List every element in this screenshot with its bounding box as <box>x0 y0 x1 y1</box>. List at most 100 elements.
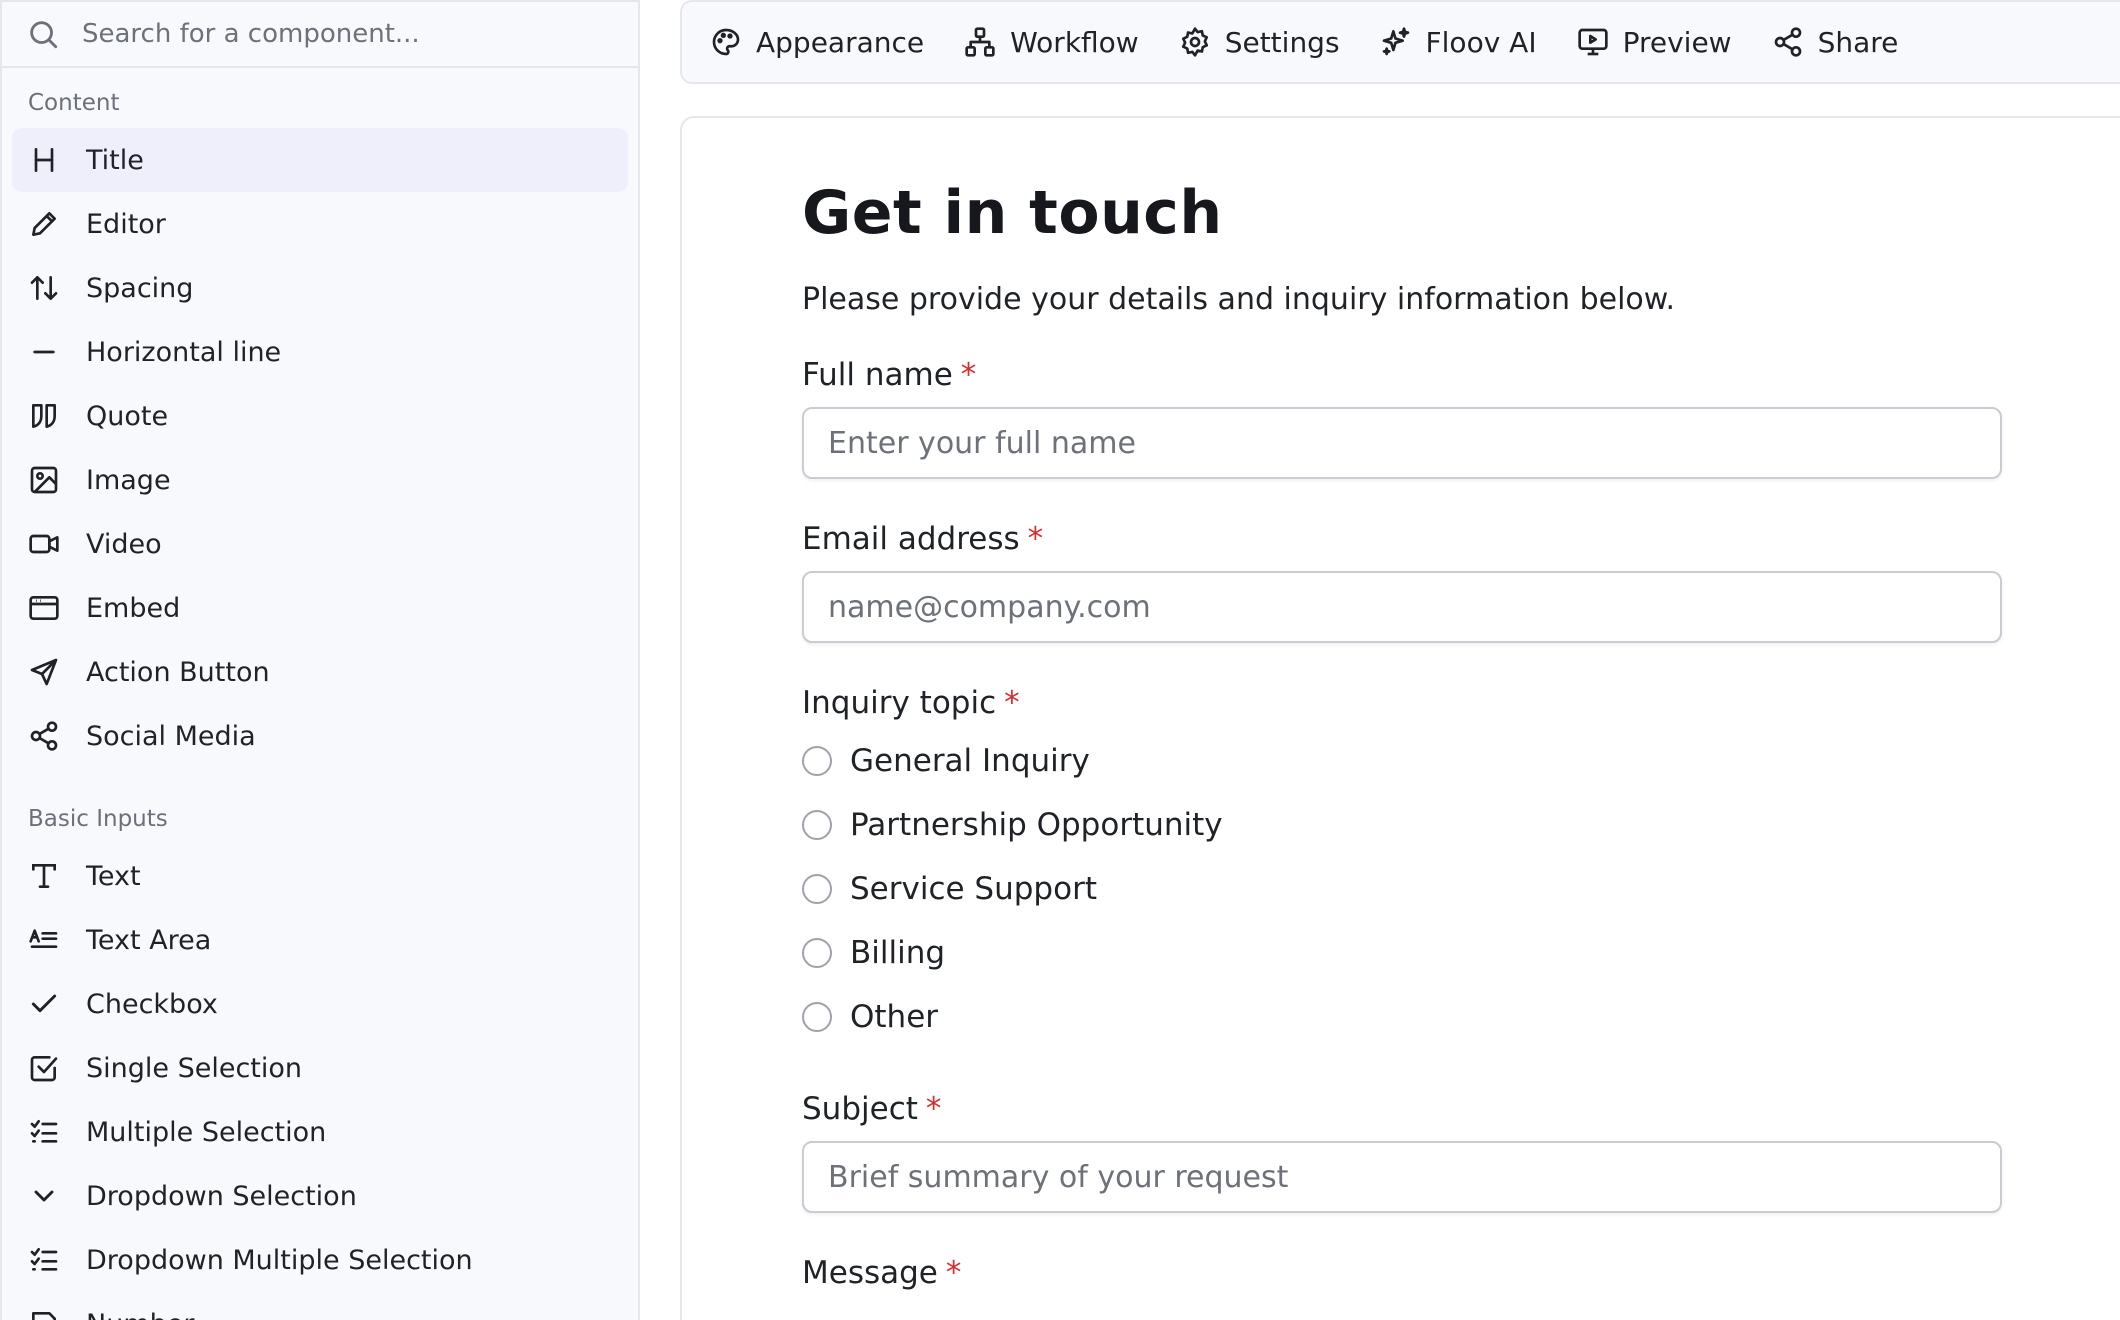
sidebar-item-checkbox[interactable]: Checkbox <box>12 972 628 1036</box>
sidebar-item-label: Dropdown Multiple Selection <box>86 1244 473 1276</box>
form-description[interactable]: Please provide your details and inquiry … <box>802 282 2002 317</box>
full-name-label-text: Full name <box>802 357 953 393</box>
radio-option-other[interactable]: Other <box>802 985 2002 1049</box>
minus-icon <box>28 336 60 368</box>
sidebar-item-label: Action Button <box>86 656 270 688</box>
group-title-content: Content <box>28 90 120 116</box>
inquiry-topic-label: Inquiry topic * <box>802 685 2002 721</box>
sidebar-item-label: Single Selection <box>86 1052 303 1084</box>
email-input[interactable] <box>802 571 2002 643</box>
radio-label: Billing <box>850 935 946 971</box>
message-label-text: Message <box>802 1255 938 1291</box>
sidebar-item-title[interactable]: Title <box>12 128 628 192</box>
sidebar-item-horizontal-line[interactable]: Horizontal line <box>12 320 628 384</box>
sidebar-item-label: Spacing <box>86 272 194 304</box>
radio-circle[interactable] <box>802 746 832 776</box>
share-icon <box>28 720 60 752</box>
sidebar-item-label: Image <box>86 464 171 496</box>
sidebar-item-label: Embed <box>86 592 181 624</box>
radio-circle[interactable] <box>802 1002 832 1032</box>
square-check-icon <box>28 1052 60 1084</box>
sidebar-item-single-selection[interactable]: Single Selection <box>12 1036 628 1100</box>
radio-option-general-inquiry[interactable]: General Inquiry <box>802 729 2002 793</box>
workflow-icon <box>965 27 995 57</box>
radio-option-billing[interactable]: Billing <box>802 921 2002 985</box>
image-icon <box>28 464 60 496</box>
sidebar-item-quote[interactable]: Quote <box>12 384 628 448</box>
required-marker: * <box>1004 685 1020 721</box>
type-icon <box>28 860 60 892</box>
sidebar-item-label: Social Media <box>86 720 256 752</box>
radio-circle[interactable] <box>802 938 832 968</box>
full-name-input[interactable] <box>802 407 2002 479</box>
subject-label: Subject * <box>802 1091 2002 1127</box>
list-checks-icon <box>28 1116 60 1148</box>
appearance-label: Appearance <box>756 25 925 59</box>
group-title-basic-inputs: Basic Inputs <box>28 806 168 832</box>
list-checks-icon <box>28 1244 60 1276</box>
sidebar-item-text[interactable]: Text <box>12 844 628 908</box>
quote-icon <box>28 400 60 432</box>
sidebar-item-spacing[interactable]: Spacing <box>12 256 628 320</box>
sidebar-item-social-media[interactable]: Social Media <box>12 704 628 768</box>
full-name-label: Full name * <box>802 357 2002 393</box>
radio-circle[interactable] <box>802 874 832 904</box>
video-icon <box>28 528 60 560</box>
form-canvas: Get in touch Please provide your details… <box>680 116 2120 1320</box>
check-icon <box>28 988 60 1020</box>
sidebar-item-label: Text Area <box>86 924 212 956</box>
email-label: Email address * <box>802 521 2002 557</box>
sparkles-icon <box>1382 27 1409 56</box>
send-icon <box>28 656 60 688</box>
share-icon <box>1774 27 1801 57</box>
radio-option-service-support[interactable]: Service Support <box>802 857 2002 921</box>
required-marker: * <box>1027 521 1044 557</box>
sidebar-item-action-button[interactable]: Action Button <box>12 640 628 704</box>
radio-circle[interactable] <box>802 810 832 840</box>
preview-button[interactable]: Preview <box>1577 26 1732 59</box>
sidebar-item-image[interactable]: Image <box>12 448 628 512</box>
component-sidebar: Content Title Editor Spacing Horizontal … <box>0 0 640 1320</box>
radio-label: Other <box>850 999 939 1035</box>
floov-ai-label: Floov AI <box>1425 25 1537 59</box>
sidebar-item-multiple-selection[interactable]: Multiple Selection <box>12 1100 628 1164</box>
workflow-label: Workflow <box>1010 25 1139 59</box>
sidebar-item-label: Title <box>86 144 144 176</box>
sidebar-item-dropdown-selection[interactable]: Dropdown Selection <box>12 1164 628 1228</box>
sidebar-item-label: Checkbox <box>86 988 218 1020</box>
radio-label: Service Support <box>850 871 1097 907</box>
sidebar-item-video[interactable]: Video <box>12 512 628 576</box>
sidebar-item-label: Quote <box>86 400 169 432</box>
palette-icon <box>712 28 740 56</box>
sidebar-item-number[interactable]: Number <box>12 1292 628 1320</box>
sidebar-item-label: Horizontal line <box>86 336 282 368</box>
sidebar-item-label: Multiple Selection <box>86 1116 327 1148</box>
arrows-up-down-icon <box>28 272 60 304</box>
appearance-button[interactable]: Appearance <box>710 26 924 59</box>
floov-ai-button[interactable]: Floov AI <box>1380 26 1537 59</box>
message-label: Message * <box>802 1255 2002 1291</box>
form-title[interactable]: Get in touch <box>802 178 2002 248</box>
share-button[interactable]: Share <box>1772 26 1898 59</box>
gear-icon <box>1181 27 1208 57</box>
contact-form: Get in touch Please provide your details… <box>802 178 2002 1291</box>
sidebar-item-label: Number <box>86 1309 194 1320</box>
sidebar-item-embed[interactable]: Embed <box>12 576 628 640</box>
subject-input[interactable] <box>802 1141 2002 1213</box>
sidebar-item-editor[interactable]: Editor <box>12 192 628 256</box>
required-marker: * <box>960 357 977 393</box>
browser-window-icon <box>28 592 60 624</box>
sidebar-item-text-area[interactable]: Text Area <box>12 908 628 972</box>
sidebar-item-label: Text <box>86 860 141 892</box>
sidebar-item-label: Editor <box>86 208 166 240</box>
radio-option-partnership-opportunity[interactable]: Partnership Opportunity <box>802 793 2002 857</box>
preview-label: Preview <box>1622 25 1732 59</box>
radio-label: General Inquiry <box>850 743 1090 779</box>
component-search <box>2 0 638 68</box>
settings-button[interactable]: Settings <box>1179 26 1340 59</box>
sidebar-item-dropdown-multiple-selection[interactable]: Dropdown Multiple Selection <box>12 1228 628 1292</box>
workflow-button[interactable]: Workflow <box>964 26 1139 59</box>
radio-label: Partnership Opportunity <box>850 807 1223 843</box>
search-input[interactable] <box>82 19 602 49</box>
email-label-text: Email address <box>802 521 1020 557</box>
